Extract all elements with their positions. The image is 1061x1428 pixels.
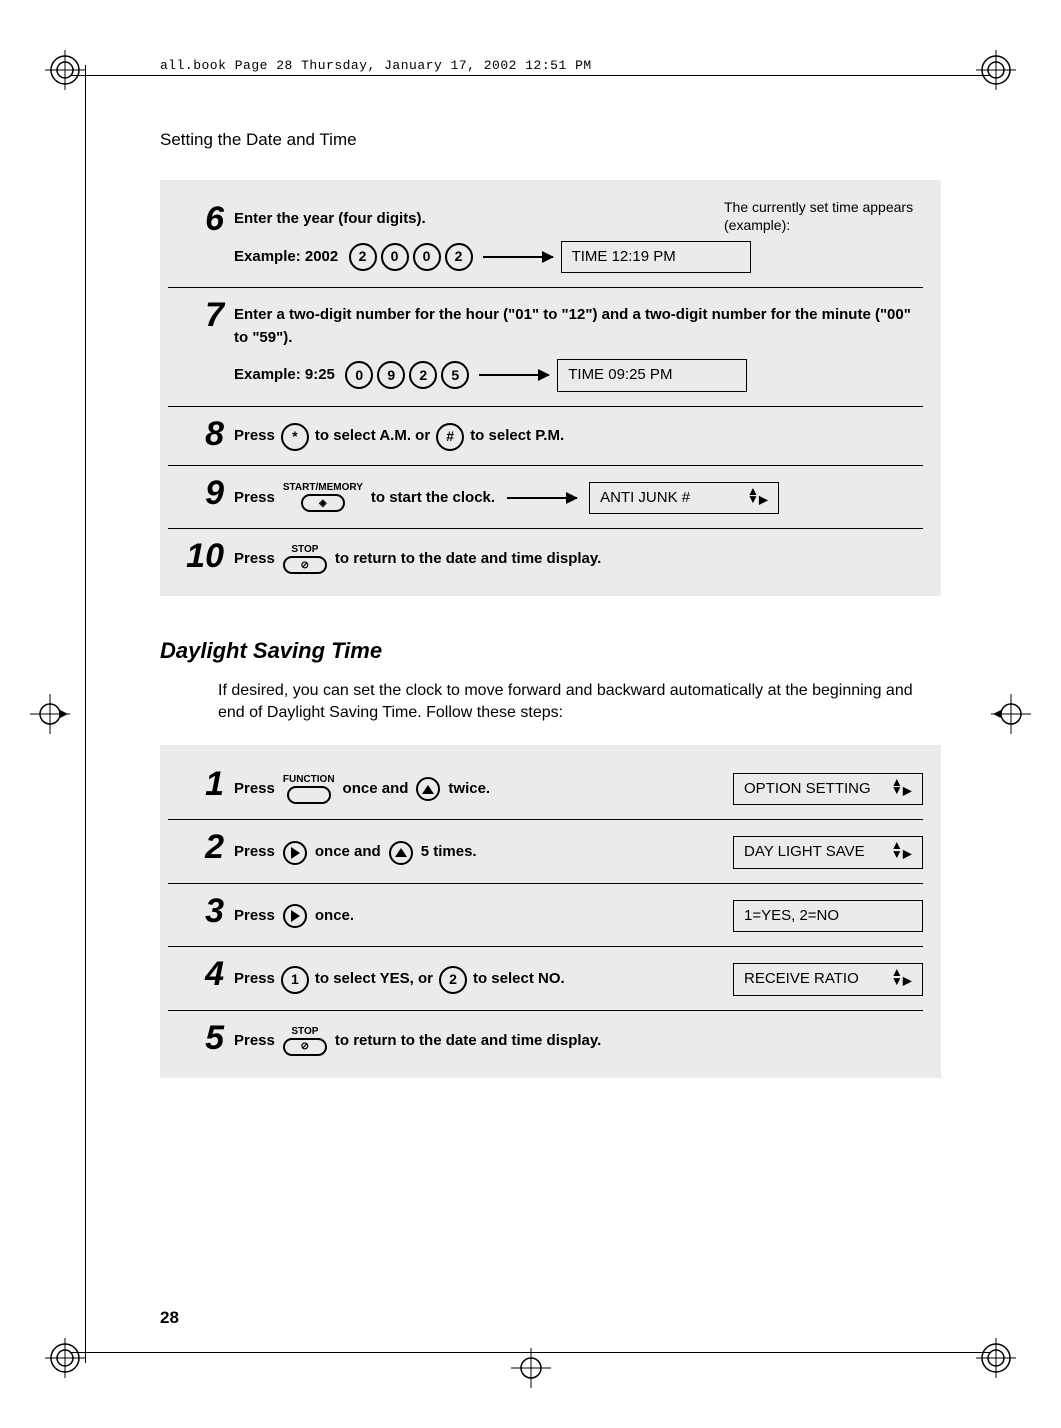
section-body: If desired, you can set the clock to mov… [218, 680, 941, 725]
keypad-star-key: * [281, 423, 309, 451]
step-10: 10 Press STOP ⊘ to return to the date an… [168, 529, 923, 578]
step-9: 9 Press START/MEMORY ◈ to start the cloc… [168, 466, 923, 530]
keypad-key: 5 [441, 361, 469, 389]
right-arrow-key [283, 904, 307, 928]
keypad-key: 1 [281, 966, 309, 994]
display-readout: OPTION SETTING▲▼▶ [733, 773, 923, 806]
keypad-key: 2 [445, 243, 473, 271]
registration-mark-icon [45, 1338, 85, 1378]
step-text: once. [315, 905, 354, 928]
key-label: STOP [291, 545, 318, 555]
stop-key: STOP ⊘ [283, 1027, 327, 1056]
step-dst-2: 2 Press once and 5 times. DAY LIGHT SAVE… [168, 820, 923, 884]
display-readout: DAY LIGHT SAVE▲▼▶ [733, 836, 923, 869]
up-arrow-key [416, 777, 440, 801]
display-readout: RECEIVE RATIO▲▼▶ [733, 963, 923, 996]
step-text: to select YES, or [315, 968, 433, 991]
document-meta: all.book Page 28 Thursday, January 17, 2… [160, 58, 592, 73]
display-readout: TIME 12:19 PM [561, 241, 751, 274]
step-text: to return to the date and time display. [335, 548, 601, 571]
keypad-key: 2 [409, 361, 437, 389]
step-number: 3 [168, 894, 224, 928]
section-title: Daylight Saving Time [160, 638, 941, 664]
key-label: START/MEMORY [283, 483, 363, 493]
stop-key: STOP ⊘ [283, 545, 327, 574]
crop-line-left [85, 65, 86, 1363]
page-content: Setting the Date and Time 6 Enter the ye… [160, 130, 941, 1078]
step-text: Press [234, 425, 275, 448]
step-text: 5 times. [421, 841, 477, 864]
step-text: once and [315, 841, 381, 864]
step-number: 10 [154, 539, 224, 573]
keypad-key: 0 [413, 243, 441, 271]
step-text: Press [234, 905, 275, 928]
step-note: The currently set time appears (example)… [724, 198, 919, 234]
step-number: 2 [168, 830, 224, 864]
step-6: 6 Enter the year (four digits). The curr… [168, 192, 923, 288]
step-text: Press [234, 968, 275, 991]
arrow-icon [483, 256, 553, 258]
display-readout: TIME 09:25 PM [557, 359, 747, 392]
step-text: Enter the year (four digits). [234, 208, 426, 231]
step-text: Press [234, 1030, 275, 1053]
step-text: to select NO. [473, 968, 565, 991]
key-label: STOP [291, 1027, 318, 1037]
step-number: 7 [168, 298, 224, 332]
step-text: Press [234, 841, 275, 864]
step-7: 7 Enter a two-digit number for the hour … [168, 288, 923, 407]
keypad-hash-key: # [436, 423, 464, 451]
step-number: 6 [168, 202, 224, 236]
step-number: 1 [168, 767, 224, 801]
page-number: 28 [160, 1308, 179, 1328]
step-number: 4 [168, 957, 224, 991]
registration-mark-icon [30, 694, 70, 734]
keypad-key: 2 [349, 243, 377, 271]
step-text: once and [343, 778, 409, 801]
step-text: Press [234, 548, 275, 571]
start-memory-key: START/MEMORY ◈ [283, 483, 363, 512]
step-dst-1: 1 Press FUNCTION once and twice. OPTION … [168, 757, 923, 821]
steps-block-1: 6 Enter the year (four digits). The curr… [160, 180, 941, 596]
keypad-key: 0 [381, 243, 409, 271]
steps-block-2: 1 Press FUNCTION once and twice. OPTION … [160, 745, 941, 1078]
step-dst-3: 3 Press once. 1=YES, 2=NO [168, 884, 923, 948]
step-text: to start the clock. [371, 487, 495, 510]
key-label: FUNCTION [283, 775, 335, 785]
keypad-key: 0 [345, 361, 373, 389]
registration-mark-icon [991, 694, 1031, 734]
step-text: Press [234, 487, 275, 510]
keypad-key: 2 [439, 966, 467, 994]
keypad-key: 9 [377, 361, 405, 389]
registration-mark-icon [976, 50, 1016, 90]
crop-line-top [70, 75, 991, 76]
example-label: Example: 9:25 [234, 364, 335, 387]
step-text: to select A.M. or [315, 425, 430, 448]
display-readout: 1=YES, 2=NO [733, 900, 923, 933]
registration-mark-icon [511, 1348, 551, 1388]
step-dst-4: 4 Press 1 to select YES, or 2 to select … [168, 947, 923, 1011]
step-8: 8 Press * to select A.M. or # to select … [168, 407, 923, 466]
step-text: to return to the date and time display. [335, 1030, 601, 1053]
up-arrow-key [389, 841, 413, 865]
step-number: 5 [168, 1021, 224, 1055]
step-dst-5: 5 Press STOP ⊘ to return to the date and… [168, 1011, 923, 1060]
step-number: 9 [168, 476, 224, 510]
arrow-icon [479, 374, 549, 376]
step-number: 8 [168, 417, 224, 451]
step-text: twice. [448, 778, 490, 801]
step-text: Press [234, 778, 275, 801]
step-text: Enter a two-digit number for the hour ("… [234, 304, 923, 349]
function-key: FUNCTION [283, 775, 335, 804]
right-arrow-key [283, 841, 307, 865]
registration-mark-icon [45, 50, 85, 90]
step-text: to select P.M. [470, 425, 564, 448]
arrow-icon [507, 497, 577, 499]
example-label: Example: 2002 [234, 246, 338, 269]
display-readout: ANTI JUNK #▲▼▶ [589, 482, 779, 515]
registration-mark-icon [976, 1338, 1016, 1378]
page-title: Setting the Date and Time [160, 130, 941, 150]
